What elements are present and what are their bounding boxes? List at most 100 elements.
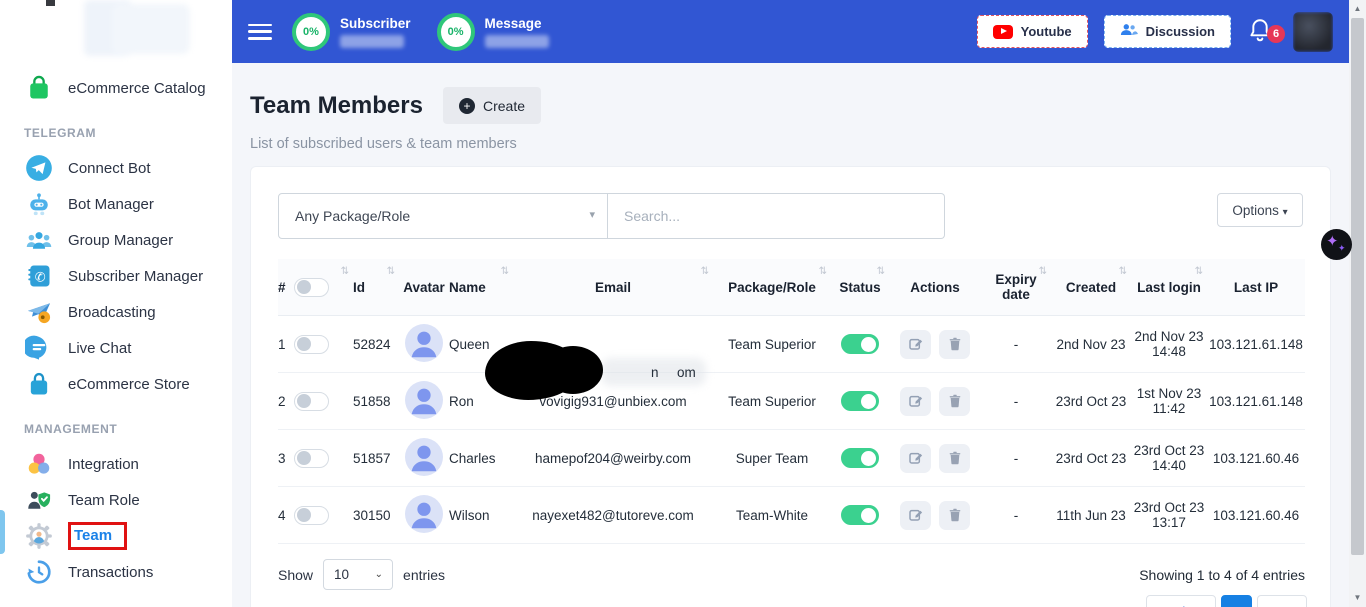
entries-label: entries — [403, 567, 445, 583]
last-login: 2nd Nov 23 14:48 — [1131, 329, 1207, 359]
edit-button[interactable] — [900, 444, 931, 473]
member-package: Team-White — [713, 508, 831, 523]
previous-page-button[interactable]: Previous — [1146, 595, 1216, 607]
status-toggle[interactable] — [841, 391, 879, 411]
table-row: 1 52824 Queen n om Team Superior — [278, 316, 1305, 373]
edit-icon — [908, 336, 924, 352]
scroll-down-arrow[interactable]: ▼ — [1349, 590, 1366, 606]
row-index: 1 — [278, 337, 286, 352]
sidebar-item-team-role[interactable]: Team Role — [24, 482, 232, 518]
edit-button[interactable] — [900, 330, 931, 359]
sort-icon[interactable]: ⇅ — [501, 266, 509, 277]
message-progress-ring: 0% — [437, 13, 475, 51]
select-all-toggle[interactable] — [294, 278, 329, 297]
member-package: Team Superior — [713, 337, 831, 352]
page-title: Team Members — [250, 92, 423, 120]
sidebar-item-ecommerce-catalog[interactable]: eCommerce Catalog — [24, 70, 232, 106]
sidebar-item-label: Live Chat — [68, 340, 131, 357]
sidebar-item-subscriber-manager[interactable]: ✆ Subscriber Manager — [24, 258, 232, 294]
col-header-package: Package/Role — [728, 280, 816, 295]
row-select-toggle[interactable] — [294, 335, 329, 354]
vertical-scrollbar[interactable]: ▲ ▼ — [1349, 0, 1366, 607]
scroll-up-arrow[interactable]: ▲ — [1349, 1, 1366, 17]
last-ip: 103.121.60.46 — [1207, 508, 1305, 523]
sidebar-item-label: Team Role — [68, 492, 140, 509]
col-header-avatar: Avatar — [403, 280, 445, 295]
sidebar-item-broadcasting[interactable]: Broadcasting — [24, 294, 232, 330]
edit-icon — [908, 393, 924, 409]
app-window: eCommerce Catalog TELEGRAM Connect Bot B… — [0, 0, 1366, 607]
last-ip: 103.121.61.148 — [1207, 337, 1305, 352]
status-toggle[interactable] — [841, 334, 879, 354]
trash-icon — [947, 507, 963, 523]
member-id: 30150 — [353, 508, 399, 523]
search-input[interactable] — [608, 193, 945, 239]
edit-icon — [908, 507, 924, 523]
status-toggle[interactable] — [841, 505, 879, 525]
discussion-people-icon — [1120, 23, 1138, 40]
sidebar-item-integration[interactable]: Integration — [24, 446, 232, 482]
member-avatar-icon — [405, 438, 443, 479]
delete-button[interactable] — [939, 330, 970, 359]
caret-down-icon: ▾ — [1283, 207, 1288, 218]
sort-icon[interactable]: ⇅ — [1039, 266, 1047, 277]
table-row: 4 30150 Wilson nayexet482@tutoreve.com T… — [278, 487, 1305, 544]
delete-button[interactable] — [939, 444, 970, 473]
page-size-select[interactable]: 10 ⌄ — [323, 559, 393, 590]
subscriber-progress-ring: 0% — [292, 13, 330, 51]
edit-button[interactable] — [900, 501, 931, 530]
sidebar-item-bot-manager[interactable]: Bot Manager — [24, 186, 232, 222]
youtube-button[interactable]: Youtube — [977, 15, 1088, 48]
sort-icon[interactable]: ⇅ — [387, 266, 395, 277]
scrollbar-thumb[interactable] — [1351, 18, 1364, 555]
create-button[interactable]: + Create — [443, 87, 541, 124]
member-name: Charles — [449, 451, 513, 466]
delete-button[interactable] — [939, 501, 970, 530]
show-label: Show — [278, 567, 313, 583]
user-avatar[interactable] — [1293, 12, 1333, 52]
message-stat-value-redacted — [485, 35, 549, 48]
circles-integration-icon — [24, 449, 54, 479]
sidebar-item-team[interactable]: Team — [24, 518, 232, 554]
email-fragment: n — [651, 365, 659, 380]
gear-person-icon — [24, 521, 54, 551]
robot-icon — [24, 189, 54, 219]
notification-bell[interactable]: 6 — [1247, 17, 1277, 47]
status-toggle[interactable] — [841, 448, 879, 468]
sort-icon[interactable]: ⇅ — [1195, 266, 1203, 277]
row-select-toggle[interactable] — [294, 449, 329, 468]
options-button[interactable]: Options ▾ — [1217, 193, 1303, 227]
discussion-button[interactable]: Discussion — [1104, 15, 1231, 48]
package-role-select[interactable]: Any Package/Role ▾ — [278, 193, 608, 239]
last-login: 23rd Oct 23 14:40 — [1131, 443, 1207, 473]
sidebar-item-live-chat[interactable]: Live Chat — [24, 330, 232, 366]
current-page-button[interactable]: 1 — [1221, 595, 1252, 607]
message-stat-label: Message — [485, 16, 549, 31]
delete-button[interactable] — [939, 387, 970, 416]
logo-artifact — [46, 0, 55, 6]
hamburger-menu-icon[interactable] — [248, 24, 272, 40]
sort-icon[interactable]: ⇅ — [819, 266, 827, 277]
edit-button[interactable] — [900, 387, 931, 416]
last-ip: 103.121.60.46 — [1207, 451, 1305, 466]
sidebar-item-group-manager[interactable]: Group Manager — [24, 222, 232, 258]
row-index: 2 — [278, 394, 286, 409]
sort-icon[interactable]: ⇅ — [341, 266, 349, 277]
plus-circle-icon: + — [459, 98, 475, 114]
row-select-toggle[interactable] — [294, 506, 329, 525]
trash-icon — [947, 393, 963, 409]
sidebar-item-transactions[interactable]: Transactions — [24, 554, 232, 590]
shopping-bag-green-icon — [24, 73, 54, 103]
sidebar-item-connect-bot[interactable]: Connect Bot — [24, 150, 232, 186]
member-email: hamepof204@weirby.com — [513, 451, 713, 466]
sort-icon[interactable]: ⇅ — [1119, 266, 1127, 277]
ai-assistant-fab[interactable]: ✦ ✦ — [1321, 229, 1352, 260]
sidebar-item-ecommerce-store[interactable]: eCommerce Store — [24, 366, 232, 402]
sort-icon[interactable]: ⇅ — [877, 266, 885, 277]
page-subtitle: List of subscribed users & team members — [250, 136, 1331, 152]
sort-icon[interactable]: ⇅ — [701, 266, 709, 277]
row-select-toggle[interactable] — [294, 392, 329, 411]
next-page-button[interactable]: Next — [1257, 595, 1307, 607]
paper-plane-badge-icon — [24, 297, 54, 327]
expiry-date: - — [981, 337, 1051, 352]
